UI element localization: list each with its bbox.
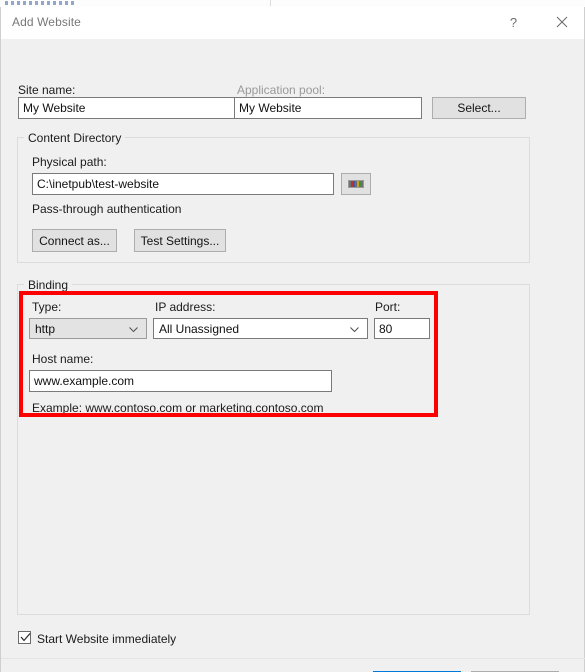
site-name-label: Site name: <box>18 83 76 97</box>
pass-through-authentication-text: Pass-through authentication <box>32 202 182 216</box>
host-name-input[interactable]: www.example.com <box>29 370 332 392</box>
host-name-example-text: Example: www.contoso.com or marketing.co… <box>32 401 324 415</box>
port-input[interactable]: 80 <box>374 318 430 339</box>
chevron-down-icon <box>349 323 360 334</box>
dialog-titlebar: Add Website ? <box>1 7 584 39</box>
site-name-input[interactable]: My Website <box>18 97 236 119</box>
port-label: Port: <box>375 300 401 314</box>
checkmark-icon <box>20 633 31 642</box>
chevron-down-icon <box>128 323 139 334</box>
binding-type-label: Type: <box>32 300 62 314</box>
ellipsis-icon <box>348 180 364 188</box>
add-website-dialog: Add Website ? Site name: My Website Appl… <box>0 7 585 672</box>
question-mark-icon: ? <box>509 14 518 30</box>
dialog-client-area: Site name: My Website Application pool: … <box>1 39 585 672</box>
ip-address-label: IP address: <box>155 300 216 314</box>
physical-path-label: Physical path: <box>32 155 107 169</box>
background-window-edge <box>270 0 585 6</box>
binding-group-label: Binding <box>24 278 73 292</box>
dialog-title: Add Website <box>12 15 81 29</box>
close-icon <box>556 16 568 28</box>
application-pool-input[interactable]: My Website <box>234 97 422 119</box>
connect-as-button[interactable]: Connect as... <box>32 229 117 252</box>
ip-address-value: All Unassigned <box>159 321 240 336</box>
binding-type-value: http <box>35 321 56 336</box>
start-website-checkbox[interactable] <box>18 631 31 644</box>
content-directory-group-label: Content Directory <box>24 131 126 145</box>
ip-address-combobox[interactable]: All Unassigned <box>153 318 368 339</box>
start-website-label: Start Website immediately <box>37 632 177 646</box>
help-button[interactable]: ? <box>491 7 536 37</box>
footer-separator <box>1 658 585 659</box>
close-button[interactable] <box>539 7 584 37</box>
application-pool-label: Application pool: <box>237 83 326 97</box>
background-window-toolbar <box>5 1 75 5</box>
select-app-pool-button[interactable]: Select... <box>432 97 526 119</box>
binding-type-combobox[interactable]: http <box>29 318 147 339</box>
physical-path-input[interactable]: C:\inetpub\test-website <box>32 173 334 195</box>
screenshot-root: Add Website ? Site name: My Website Appl… <box>0 0 585 672</box>
test-settings-button[interactable]: Test Settings... <box>134 229 226 252</box>
host-name-label: Host name: <box>32 352 94 366</box>
browse-physical-path-button[interactable] <box>341 173 371 195</box>
